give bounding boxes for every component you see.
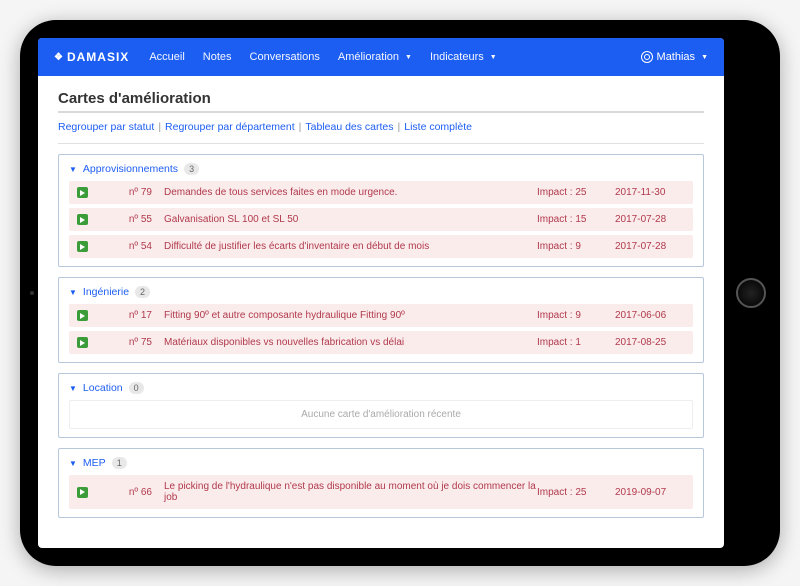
- collapse-caret-icon[interactable]: ▼: [69, 288, 77, 297]
- nav-item-accueil[interactable]: Accueil: [149, 51, 184, 63]
- card-impact: Impact : 25: [537, 487, 607, 498]
- card-date: 2017-11-30: [615, 187, 685, 198]
- navbar: ❖ DAMASIX Accueil Notes Conversations Améli…: [38, 38, 724, 76]
- nav-item-conversations[interactable]: Conversations: [250, 51, 320, 63]
- play-icon: [77, 337, 88, 348]
- nav-items: AccueilNotesConversationsAmélioration▼In…: [149, 51, 496, 63]
- separator: |: [299, 121, 302, 133]
- chevron-down-icon: ▼: [701, 54, 708, 61]
- card-date: 2017-07-28: [615, 214, 685, 225]
- card-row[interactable]: nº 66 Le picking de l'hydraulique n'est p…: [69, 475, 693, 509]
- card-date: 2017-08-25: [615, 337, 685, 348]
- play-icon: [77, 187, 88, 198]
- card-number: nº 17: [102, 310, 152, 321]
- brand-icon: ❖: [54, 52, 64, 63]
- nav-label: Amélioration: [338, 51, 399, 63]
- subnav-link[interactable]: Liste complète: [404, 121, 472, 133]
- card-number: nº 55: [102, 214, 152, 225]
- group-box: ▼ MEP 1 nº 66 Le picking de l'hydraulique n'…: [58, 448, 704, 518]
- chevron-down-icon: ▼: [490, 54, 497, 61]
- nav-label: Accueil: [149, 51, 184, 63]
- card-row[interactable]: nº 79 Demandes de tous services faites en…: [69, 181, 693, 204]
- subnav-link[interactable]: Regrouper par statut: [58, 121, 154, 133]
- card-row[interactable]: nº 75 Matériaux disponibles vs nouvelles …: [69, 331, 693, 354]
- group-name[interactable]: MEP: [83, 457, 106, 469]
- nav-label: Conversations: [250, 51, 320, 63]
- chevron-down-icon: ▼: [405, 54, 412, 61]
- card-date: 2017-07-28: [615, 241, 685, 252]
- nav-item-notes[interactable]: Notes: [203, 51, 232, 63]
- card-number: nº 66: [102, 487, 152, 498]
- separator: |: [398, 121, 401, 133]
- subnav-link[interactable]: Tableau des cartes: [305, 121, 393, 133]
- card-title: Demandes de tous services faites en mode…: [164, 187, 537, 198]
- card-title: Galvanisation SL 100 et SL 50: [164, 214, 537, 225]
- count-badge: 1: [112, 457, 127, 469]
- group-box: ▼ Ingénierie 2 nº 17 Fitting 90º et autre co…: [58, 277, 704, 363]
- collapse-caret-icon[interactable]: ▼: [69, 165, 77, 174]
- card-impact: Impact : 9: [537, 310, 607, 321]
- nav-item-amélioration[interactable]: Amélioration ▼: [338, 51, 412, 63]
- count-badge: 3: [184, 163, 199, 175]
- card-number: nº 79: [102, 187, 152, 198]
- card-date: 2017-06-06: [615, 310, 685, 321]
- card-number: nº 75: [102, 337, 152, 348]
- group-box: ▼ Location 0 Aucune carte d'amélioration ré…: [58, 373, 704, 438]
- card-impact: Impact : 1: [537, 337, 607, 348]
- count-badge: 0: [129, 382, 144, 394]
- card-impact: Impact : 9: [537, 241, 607, 252]
- brand-text: DAMASIX: [67, 50, 129, 64]
- play-icon: [77, 214, 88, 225]
- card-date: 2019-09-07: [615, 487, 685, 498]
- empty-message: Aucune carte d'amélioration récente: [69, 400, 693, 429]
- play-icon: [77, 487, 88, 498]
- content-area: Cartes d'amélioration Regrouper par stat…: [38, 76, 724, 548]
- nav-label: Notes: [203, 51, 232, 63]
- card-title: Difficulté de justifier les écarts d'inv…: [164, 241, 537, 252]
- group-header: ▼ Ingénierie 2: [69, 286, 693, 298]
- group-name[interactable]: Ingénierie: [83, 286, 129, 298]
- card-row[interactable]: nº 55 Galvanisation SL 100 et SL 50Impact…: [69, 208, 693, 231]
- nav-item-indicateurs[interactable]: Indicateurs ▼: [430, 51, 497, 63]
- card-impact: Impact : 15: [537, 214, 607, 225]
- user-icon: [641, 51, 653, 63]
- card-row[interactable]: nº 54 Difficulté de justifier les écarts …: [69, 235, 693, 258]
- group-name[interactable]: Approvisionnements: [83, 163, 178, 175]
- card-title: Matériaux disponibles vs nouvelles fabri…: [164, 337, 537, 348]
- collapse-caret-icon[interactable]: ▼: [69, 384, 77, 393]
- group-header: ▼ Location 0: [69, 382, 693, 394]
- group-header: ▼ MEP 1: [69, 457, 693, 469]
- subnav: Regrouper par statut | Regrouper par dépar…: [58, 121, 704, 133]
- brand-logo[interactable]: ❖ DAMASIX: [54, 50, 129, 64]
- user-menu[interactable]: Mathias ▼: [641, 51, 708, 63]
- play-icon: [77, 241, 88, 252]
- divider: [58, 111, 704, 113]
- group-header: ▼ Approvisionnements 3: [69, 163, 693, 175]
- separator: |: [158, 121, 161, 133]
- page-title: Cartes d'amélioration: [58, 90, 704, 107]
- card-number: nº 54: [102, 241, 152, 252]
- user-name: Mathias: [657, 51, 696, 63]
- screen: ❖ DAMASIX Accueil Notes Conversations Améli…: [38, 38, 724, 548]
- card-title: Le picking de l'hydraulique n'est pas di…: [164, 481, 537, 503]
- divider: [58, 143, 704, 144]
- collapse-caret-icon[interactable]: ▼: [69, 459, 77, 468]
- group-name[interactable]: Location: [83, 382, 123, 394]
- subnav-link[interactable]: Regrouper par département: [165, 121, 295, 133]
- card-title: Fitting 90º et autre composante hydrauli…: [164, 310, 537, 321]
- card-impact: Impact : 25: [537, 187, 607, 198]
- nav-label: Indicateurs: [430, 51, 484, 63]
- home-button[interactable]: [736, 278, 766, 308]
- group-box: ▼ Approvisionnements 3 nº 79 Demandes de tou…: [58, 154, 704, 267]
- tablet-frame: ❖ DAMASIX Accueil Notes Conversations Améli…: [20, 20, 780, 566]
- card-row[interactable]: nº 17 Fitting 90º et autre composante hyd…: [69, 304, 693, 327]
- count-badge: 2: [135, 286, 150, 298]
- play-icon: [77, 310, 88, 321]
